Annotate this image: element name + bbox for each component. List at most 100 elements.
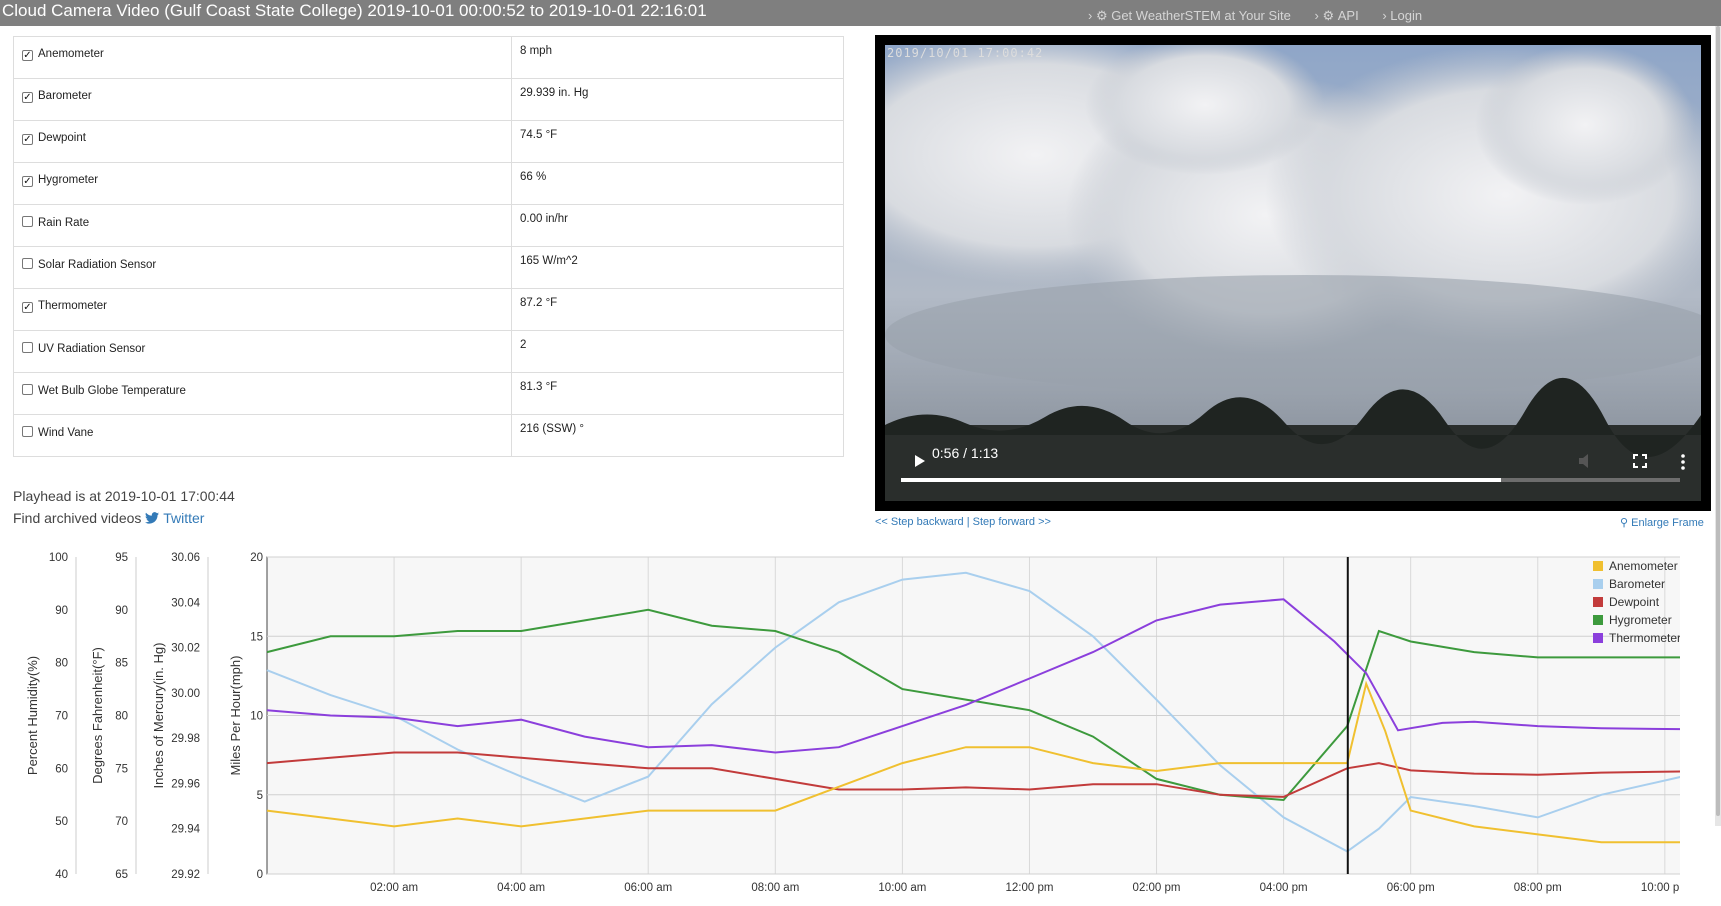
x-tick-label: 08:00 pm bbox=[1514, 882, 1562, 894]
sensor-checkbox[interactable]: ✓ bbox=[22, 50, 33, 61]
video-timestamp: 2019/10/01 17:00:42 bbox=[887, 46, 1044, 60]
y-tick-label: 75 bbox=[115, 763, 128, 775]
sensor-checkbox[interactable]: ✓ bbox=[22, 134, 33, 145]
sensor-name: Thermometer bbox=[38, 300, 108, 312]
sensor-checkbox[interactable] bbox=[22, 258, 33, 269]
x-tick-label: 10:00 am bbox=[878, 882, 926, 894]
y-tick-label: 90 bbox=[115, 605, 128, 617]
legend-swatch bbox=[1593, 579, 1603, 589]
nav-api-link[interactable]: › ⚙ API bbox=[1315, 8, 1359, 23]
sensor-row: ✓ Anemometer 8 mph bbox=[13, 36, 844, 79]
sensor-checkbox[interactable] bbox=[22, 342, 33, 353]
step-forward-link[interactable]: Step forward >> bbox=[973, 516, 1051, 528]
sensor-name-cell: ✓ Barometer bbox=[13, 78, 512, 121]
video-progress-fill bbox=[901, 478, 1501, 482]
y-tick-label: 0 bbox=[257, 869, 263, 881]
legend-swatch bbox=[1593, 615, 1603, 625]
playhead-text: Playhead is at 2019-10-01 17:00:44 bbox=[13, 488, 235, 504]
y-axis-label: Inches of Mercury(in. Hg) bbox=[151, 643, 166, 789]
sensor-row: ✓ Hygrometer 66 % bbox=[13, 162, 844, 205]
legend-swatch bbox=[1593, 597, 1603, 607]
sensor-row: ✓ Dewpoint 74.5 °F bbox=[13, 120, 844, 163]
twitter-icon bbox=[145, 512, 160, 524]
sensor-name: Dewpoint bbox=[38, 132, 86, 144]
sensor-value: 74.5 °F bbox=[520, 129, 558, 141]
sensor-value: 66 % bbox=[520, 171, 547, 183]
sensor-name-cell: ✓ Dewpoint bbox=[13, 120, 512, 163]
sensor-name-cell: Wind Vane bbox=[13, 414, 512, 457]
legend-swatch bbox=[1593, 561, 1603, 571]
sensor-row: ✓ Barometer 29.939 in. Hg bbox=[13, 78, 844, 121]
y-tick-label: 20 bbox=[250, 552, 263, 564]
step-links: << Step backward | Step forward >> bbox=[875, 516, 1051, 528]
y-tick-label: 5 bbox=[257, 790, 263, 802]
y-tick-label: 60 bbox=[55, 763, 68, 775]
sensor-checkbox[interactable] bbox=[22, 384, 33, 395]
twitter-link-label: Twitter bbox=[163, 510, 205, 526]
sensor-chart[interactable]: 02:00 am 04:00 am 06:00 am 08:00 am 10:00 am… bbox=[10, 540, 1680, 896]
video-progress-track[interactable] bbox=[901, 478, 1680, 482]
magnifier-icon: ⚲ bbox=[1620, 517, 1629, 529]
nav-login-link[interactable]: › Login bbox=[1382, 8, 1422, 23]
sensor-value-cell: 165 W/m^2 bbox=[511, 246, 844, 289]
y-axis-label: Percent Humidity(%) bbox=[25, 656, 40, 775]
sensor-table: ✓ Anemometer 8 mph ✓ Barometer 29.939 in. Hg ✓… bbox=[13, 36, 844, 457]
legend-label: Hygrometer bbox=[1609, 613, 1672, 627]
sensor-row: Rain Rate 0.00 in/hr bbox=[13, 204, 844, 247]
sensor-value: 2 bbox=[520, 339, 527, 351]
legend-label: Dewpoint bbox=[1609, 595, 1660, 609]
cloud-shape bbox=[885, 275, 1701, 395]
sensor-name: Wind Vane bbox=[38, 427, 94, 439]
y-tick-label: 15 bbox=[250, 631, 263, 643]
sensor-row: Wind Vane 216 (SSW) ° bbox=[13, 414, 844, 457]
y-tick-label: 30.06 bbox=[171, 552, 200, 564]
sensor-value-cell: 87.2 °F bbox=[511, 288, 844, 331]
nav-weatherstem-link[interactable]: › ⚙ Get WeatherSTEM at Your Site bbox=[1088, 8, 1291, 23]
top-nav: › ⚙ Get WeatherSTEM at Your Site › ⚙ API… bbox=[1088, 8, 1442, 24]
x-tick-label: 12:00 pm bbox=[1005, 882, 1053, 894]
sensor-value: 29.939 in. Hg bbox=[520, 87, 589, 99]
step-backward-link[interactable]: << Step backward bbox=[875, 516, 964, 528]
sensor-name-cell: Rain Rate bbox=[13, 204, 512, 247]
sensor-checkbox[interactable]: ✓ bbox=[22, 92, 33, 103]
sensor-value-cell: 216 (SSW) ° bbox=[511, 414, 844, 457]
y-tick-label: 65 bbox=[115, 869, 128, 881]
sensor-name-cell: ✓ Anemometer bbox=[13, 36, 512, 79]
sensor-name-cell: Solar Radiation Sensor bbox=[13, 246, 512, 289]
video-time-display: 0:56 / 1:13 bbox=[932, 445, 999, 461]
sensor-checkbox[interactable]: ✓ bbox=[22, 302, 33, 313]
x-tick-label: 04:00 pm bbox=[1260, 882, 1308, 894]
nav-api-label: API bbox=[1337, 8, 1359, 23]
y-axis-label: Miles Per Hour(mph) bbox=[228, 656, 243, 776]
sensor-value-cell: 29.939 in. Hg bbox=[511, 78, 844, 121]
sensor-row: Wet Bulb Globe Temperature 81.3 °F bbox=[13, 372, 844, 415]
legend-label: Anemometer bbox=[1609, 559, 1678, 573]
sensor-checkbox[interactable] bbox=[22, 426, 33, 437]
scrollbar-thumb[interactable] bbox=[1716, 26, 1720, 816]
sensor-value: 165 W/m^2 bbox=[520, 255, 578, 267]
sensor-value-cell: 8 mph bbox=[511, 36, 844, 79]
sensor-name-cell: UV Radiation Sensor bbox=[13, 330, 512, 373]
video-player[interactable]: 2019/10/01 17:00:42 0:56 / 1:13 bbox=[875, 35, 1711, 511]
sensor-name: Rain Rate bbox=[38, 217, 90, 229]
sensor-name-cell: ✓ Hygrometer bbox=[13, 162, 512, 205]
enlarge-frame-label: Enlarge Frame bbox=[1631, 517, 1704, 529]
sensor-value: 8 mph bbox=[520, 45, 552, 57]
sensor-name: Anemometer bbox=[38, 48, 104, 60]
x-tick-label: 08:00 am bbox=[751, 882, 799, 894]
y-tick-label: 40 bbox=[55, 869, 68, 881]
cloud-shape bbox=[1475, 45, 1695, 205]
dialog-scrollbar[interactable] bbox=[1715, 26, 1721, 826]
nav-weatherstem-label: Get WeatherSTEM at Your Site bbox=[1111, 8, 1291, 23]
legend-swatch bbox=[1593, 633, 1603, 643]
twitter-link[interactable]: Twitter bbox=[145, 510, 204, 526]
y-tick-label: 85 bbox=[115, 658, 128, 670]
sensor-checkbox[interactable]: ✓ bbox=[22, 176, 33, 187]
x-tick-label: 04:00 am bbox=[497, 882, 545, 894]
enlarge-frame-link[interactable]: ⚲ Enlarge Frame bbox=[1620, 516, 1704, 529]
sensor-name-cell: ✓ Thermometer bbox=[13, 288, 512, 331]
y-tick-label: 50 bbox=[55, 816, 68, 828]
sensor-checkbox[interactable] bbox=[22, 216, 33, 227]
y-axis-label: Degrees Fahrenheit(°F) bbox=[90, 647, 105, 784]
legend-label: Barometer bbox=[1609, 577, 1665, 591]
